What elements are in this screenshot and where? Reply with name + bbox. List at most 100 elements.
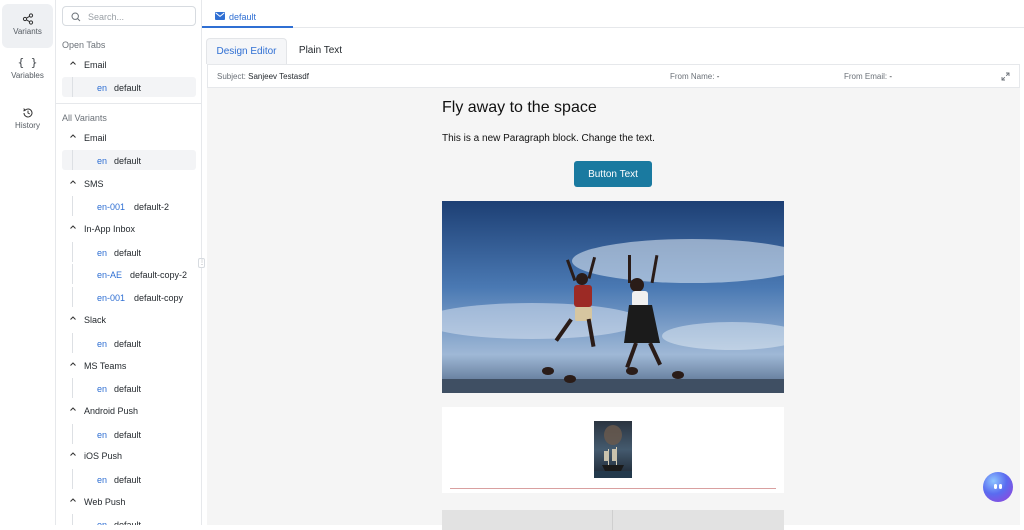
variant-name: default [114, 520, 142, 525]
group-name: Email [84, 60, 107, 70]
variant-name: default-copy [134, 293, 184, 303]
group-email[interactable]: Email [62, 128, 196, 148]
tree-guide [72, 424, 73, 444]
chevron-up-icon [70, 61, 76, 65]
subject-value: Sanjeev Testasdf [248, 72, 309, 81]
jumping-people-image [442, 201, 784, 393]
variant-lang: en-AE [97, 270, 123, 280]
variant-name: default [114, 248, 142, 258]
rail-variants-label: Variants [13, 27, 42, 36]
variant-name: default [114, 430, 142, 440]
variant-inbox-default-copy-2[interactable]: en-AE default-copy-2 [62, 264, 196, 284]
mail-icon [215, 12, 225, 20]
variant-inbox-default[interactable]: en default [62, 242, 196, 262]
variant-web-default[interactable]: en default [62, 514, 196, 525]
assistant-eye [994, 484, 997, 489]
variant-lang: en [97, 339, 108, 349]
tree-guide [72, 150, 73, 170]
subject-key: Subject: [217, 72, 246, 81]
chevron-up-icon [70, 498, 76, 502]
open-tabs-title: Open Tabs [62, 40, 106, 50]
assistant-eye [999, 484, 1002, 489]
tree-guide [72, 77, 73, 97]
chevron-up-icon [70, 134, 76, 138]
variant-name: default-2 [134, 202, 170, 212]
chevron-up-icon [70, 362, 76, 366]
variant-sms-default-2[interactable]: en-001 default-2 [62, 196, 196, 216]
group-in-app-inbox[interactable]: In-App Inbox [62, 219, 196, 239]
tree-guide [72, 333, 73, 353]
group-ms-teams[interactable]: MS Teams [62, 356, 196, 376]
variant-android-default[interactable]: en default [62, 424, 196, 444]
group-ios-push[interactable]: iOS Push [62, 446, 196, 466]
tree-guide [72, 264, 73, 284]
group-sms[interactable]: SMS [62, 174, 196, 194]
search-box[interactable] [62, 6, 196, 26]
group-web-push[interactable]: Web Push [62, 492, 196, 512]
doc-tab-default[interactable]: default [202, 0, 293, 28]
email-cta-button[interactable]: Button Text [574, 161, 652, 187]
tree-guide [72, 514, 73, 525]
doc-tab-label: default [229, 12, 257, 22]
rail-variables[interactable]: { } Variables [2, 51, 53, 95]
tree-guide [72, 469, 73, 489]
tree-guide [72, 242, 73, 262]
chevron-up-icon [70, 180, 76, 184]
variant-lang: en [97, 520, 108, 525]
tree-guide [72, 287, 73, 307]
variant-name: default [114, 384, 142, 394]
variant-lang: en [97, 430, 108, 440]
variant-teams-default[interactable]: en default [62, 378, 196, 398]
from-email-field[interactable]: From Email: - [844, 72, 892, 81]
chevron-up-icon [70, 407, 76, 411]
all-variants-title: All Variants [62, 113, 107, 123]
group-android-push[interactable]: Android Push [62, 401, 196, 421]
share-icon [22, 13, 33, 25]
divider [56, 103, 201, 104]
history-icon [22, 108, 32, 118]
variant-slack-default[interactable]: en default [62, 333, 196, 353]
variant-email-default[interactable]: en default [62, 150, 196, 170]
variant-name: default [114, 475, 142, 485]
assistant-button[interactable] [983, 472, 1013, 502]
variant-ios-default[interactable]: en default [62, 469, 196, 489]
variant-name: default [114, 83, 142, 93]
subject-field[interactable]: Subject: Sanjeev Testasdf [217, 72, 309, 81]
variant-inbox-default-copy[interactable]: en-001 default-copy [62, 287, 196, 307]
search-icon [71, 12, 81, 22]
variant-lang: en [97, 475, 108, 485]
hero-image[interactable] [442, 201, 784, 393]
tab-design-editor[interactable]: Design Editor [206, 38, 287, 64]
tree-guide [72, 378, 73, 398]
ship-poster-image [594, 421, 632, 478]
thumbnail-block[interactable] [442, 407, 784, 493]
from-email-key: From Email: [844, 72, 888, 81]
icon-rail: Variants { } Variables History [0, 0, 56, 525]
variant-lang: en [97, 248, 108, 258]
group-name: Web Push [84, 497, 126, 507]
rail-history[interactable]: History [2, 98, 53, 142]
tree-guide [72, 196, 73, 216]
variant-lang: en [97, 156, 108, 166]
columns-block[interactable] [442, 510, 784, 530]
variant-lang: en-001 [97, 202, 126, 212]
search-input[interactable] [88, 10, 192, 23]
column-divider [612, 510, 613, 530]
group-name: Android Push [84, 406, 139, 416]
group-slack[interactable]: Slack [62, 310, 196, 330]
expand-icon[interactable] [1001, 72, 1010, 81]
variant-name: default-copy-2 [130, 270, 188, 280]
email-paragraph[interactable]: This is a new Paragraph block. Change th… [442, 133, 655, 144]
from-name-value: - [716, 72, 720, 81]
open-tab-group-email[interactable]: Email [62, 55, 196, 75]
from-email-value: - [889, 72, 893, 81]
rail-variables-label: Variables [11, 71, 44, 80]
from-name-key: From Name: [670, 72, 715, 81]
rail-variants[interactable]: Variants [2, 4, 53, 48]
open-tab-email-default[interactable]: en default [62, 77, 196, 97]
group-name: Slack [84, 315, 107, 325]
from-name-field[interactable]: From Name: - [670, 72, 719, 81]
tab-plain-text[interactable]: Plain Text [287, 38, 354, 64]
email-heading[interactable]: Fly away to the space [442, 99, 597, 117]
divider-line [450, 488, 776, 489]
